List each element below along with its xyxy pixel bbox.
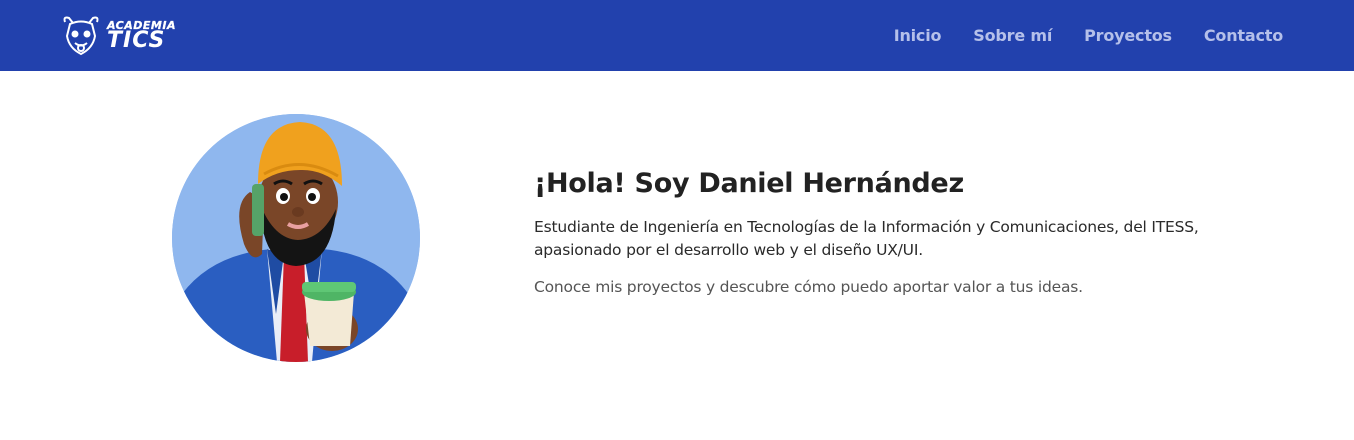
bull-logo-icon bbox=[63, 16, 99, 55]
hero-cta-text: Conoce mis proyectos y descubre cómo pue… bbox=[534, 278, 1083, 296]
nav-inicio[interactable]: Inicio bbox=[894, 26, 942, 45]
nav-contacto[interactable]: Contacto bbox=[1204, 26, 1283, 45]
main-nav: Inicio Sobre mí Proyectos Contacto bbox=[894, 26, 1283, 45]
logo-link[interactable]: ACADEMIA TICS bbox=[59, 14, 176, 58]
hero-content: ¡Hola! Soy Daniel Hernández Estudiante d… bbox=[534, 168, 1214, 299]
nav-sobre-mi[interactable]: Sobre mí bbox=[973, 26, 1052, 45]
hero-section: ¡Hola! Soy Daniel Hernández Estudiante d… bbox=[0, 71, 1354, 440]
site-header: ACADEMIA TICS Inicio Sobre mí Proyectos … bbox=[0, 0, 1354, 71]
avatar bbox=[172, 114, 420, 362]
logo-text: ACADEMIA TICS bbox=[107, 19, 176, 53]
nav-proyectos[interactable]: Proyectos bbox=[1084, 26, 1172, 45]
avatar-illustration bbox=[172, 114, 420, 362]
logo-bottom-text: TICS bbox=[107, 27, 166, 53]
hero-title: ¡Hola! Soy Daniel Hernández bbox=[534, 168, 964, 199]
hero-description: Estudiante de Ingeniería en Tecnologías … bbox=[534, 218, 1199, 259]
